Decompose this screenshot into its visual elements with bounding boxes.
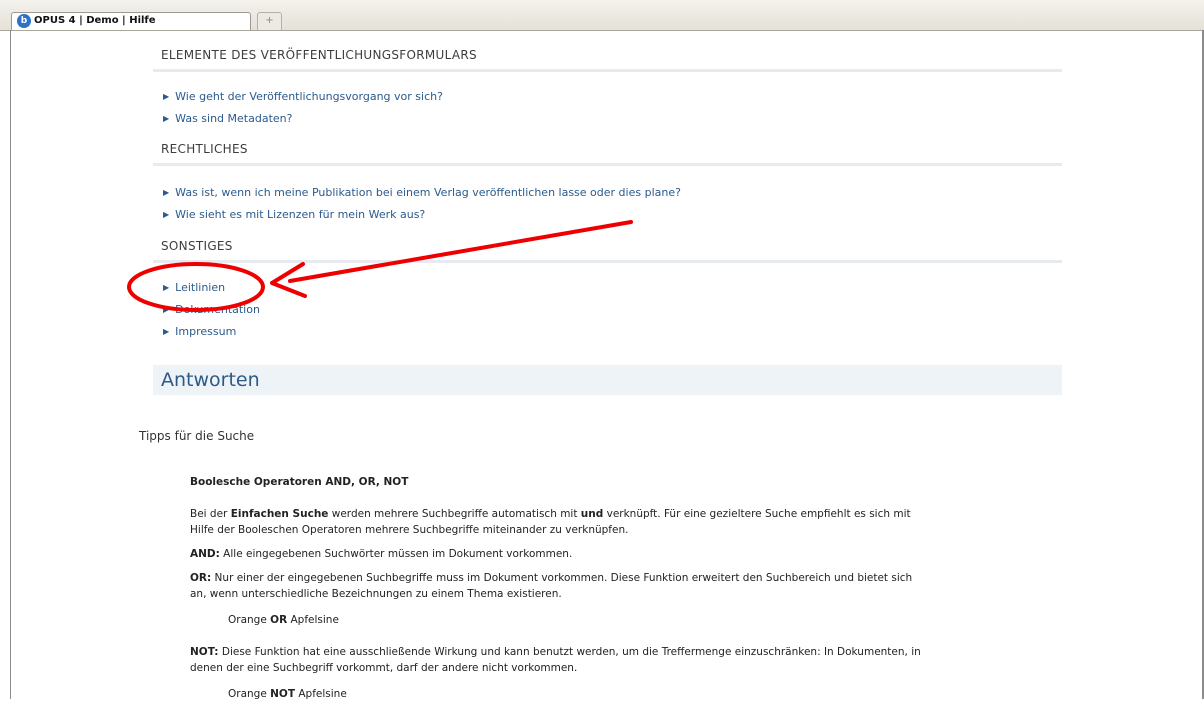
annotation-circle (127, 262, 265, 312)
annotation-arrow-line (288, 220, 633, 283)
annotation-overlay (127, 220, 633, 312)
